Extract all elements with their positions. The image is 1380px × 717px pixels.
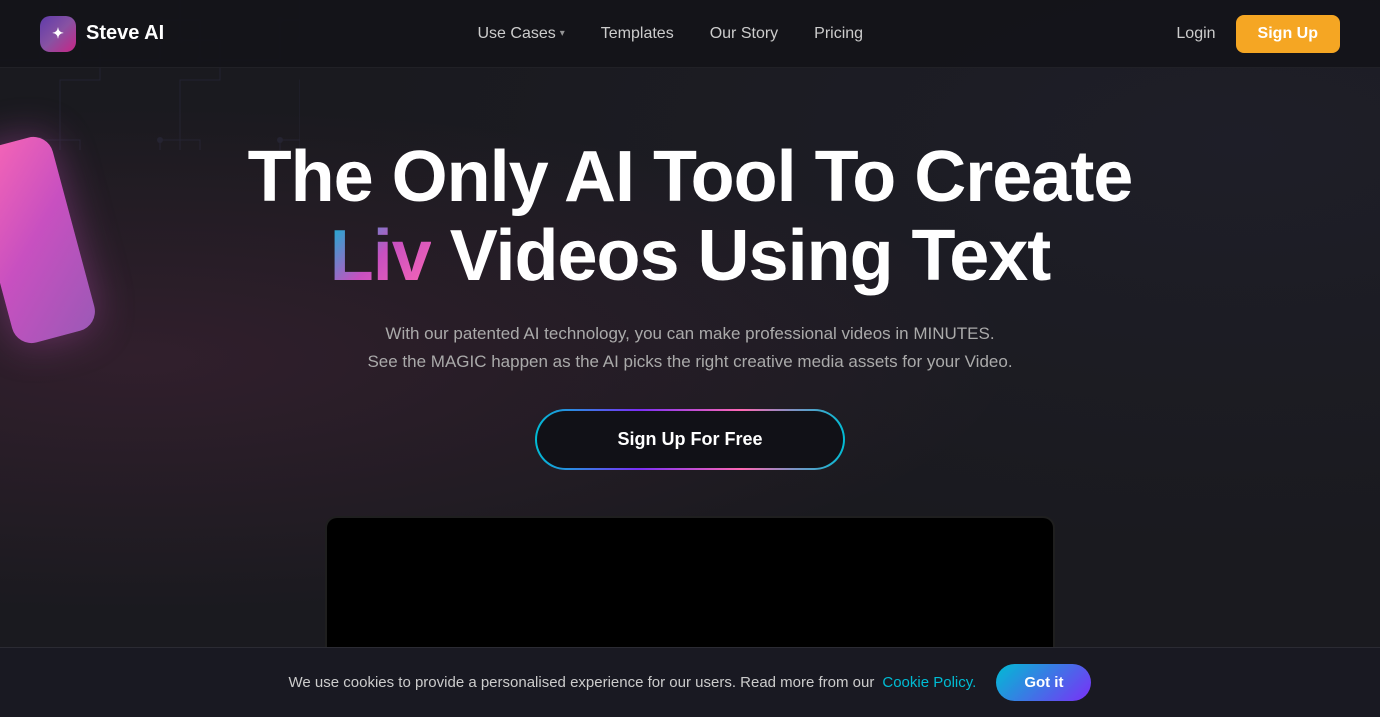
signup-free-button[interactable]: Sign Up For Free (537, 411, 842, 468)
chevron-down-icon: ▾ (560, 28, 565, 39)
nav-use-cases[interactable]: Use Cases ▾ (478, 25, 565, 43)
nav-templates[interactable]: Templates (601, 25, 674, 43)
cookie-policy-link[interactable]: Cookie Policy. (882, 674, 976, 691)
cookie-banner: We use cookies to provide a personalised… (0, 647, 1380, 717)
logo[interactable]: ✦ Steve AI (40, 16, 164, 52)
cta-button-wrapper[interactable]: Sign Up For Free (537, 411, 842, 468)
login-button[interactable]: Login (1176, 25, 1215, 43)
hero-title: The Only AI Tool To Create Liv Videos Us… (240, 138, 1140, 296)
nav-our-story[interactable]: Our Story (710, 25, 778, 43)
signup-button[interactable]: Sign Up (1236, 15, 1340, 53)
brand-name: Steve AI (86, 22, 164, 45)
logo-icon: ✦ (40, 16, 76, 52)
hero-subtitle: With our patented AI technology, you can… (367, 320, 1012, 374)
cookie-accept-button[interactable]: Got it (996, 664, 1091, 701)
navbar: ✦ Steve AI Use Cases ▾ Templates Our Sto… (0, 0, 1380, 68)
hero-section: The Only AI Tool To Create Liv Videos Us… (0, 68, 1380, 671)
cookie-text: We use cookies to provide a personalised… (289, 674, 875, 691)
nav-links: Use Cases ▾ Templates Our Story Pricing (478, 25, 864, 43)
nav-pricing[interactable]: Pricing (814, 25, 863, 43)
nav-actions: Login Sign Up (1176, 15, 1340, 53)
